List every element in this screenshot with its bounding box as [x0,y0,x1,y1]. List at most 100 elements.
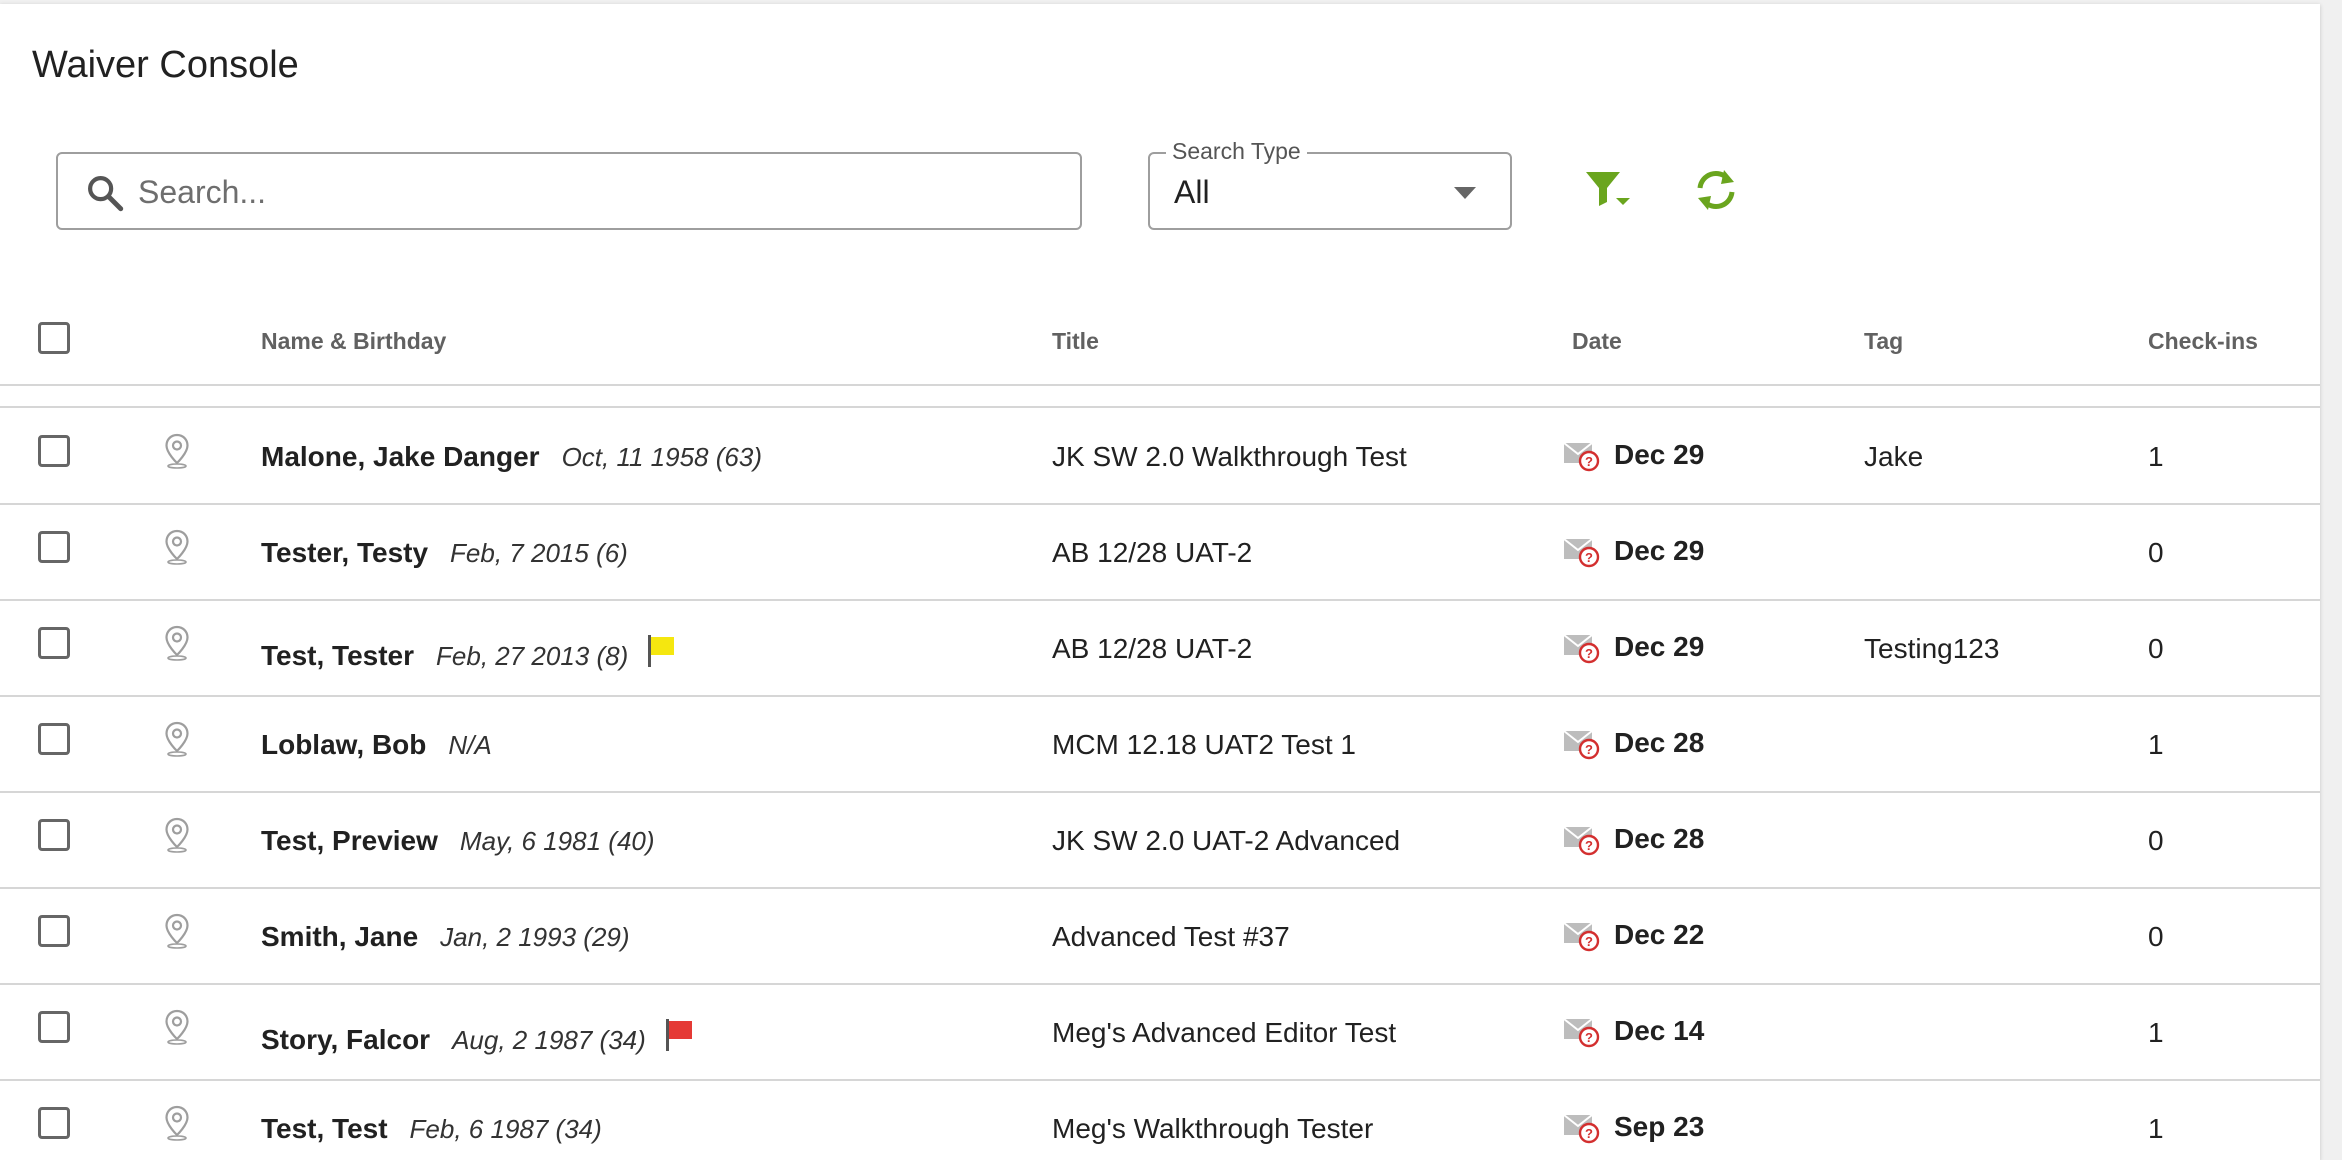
location-pin-icon[interactable] [164,529,190,570]
row-checkbox[interactable] [38,1011,70,1043]
waiver-date: Dec 14 [1614,1015,1705,1046]
select-all-checkbox[interactable] [38,322,70,354]
checkin-count: 0 [2148,825,2164,856]
email-status-icon[interactable]: ? [1563,439,1603,478]
search-icon [84,172,126,219]
participant-name-text: Test, Tester [261,640,415,671]
participant-birthday: Jan, 2 1993 (29) [440,922,630,952]
row-checkbox[interactable] [38,435,70,467]
location-pin-icon[interactable] [164,913,190,954]
participant-name-text: Loblaw, Bob [261,729,427,760]
waiver-title: JK SW 2.0 Walkthrough Test [1052,441,1407,472]
waiver-date: Dec 28 [1614,823,1705,854]
search-field[interactable] [56,152,1082,230]
column-header-name[interactable]: Name & Birthday [261,328,446,355]
participant-birthday: May, 6 1981 (40) [459,826,655,856]
filter-button[interactable] [1580,162,1636,218]
table-header: Name & Birthday Title Date Tag Check-ins [0,304,2320,386]
email-status-icon[interactable]: ? [1563,535,1603,574]
column-header-title[interactable]: Title [1052,328,1099,355]
row-checkbox[interactable] [38,915,70,947]
participant-birthday: Feb, 27 2013 (8) [436,641,629,671]
participant-name[interactable]: Malone, Jake Danger Oct, 11 1958 (63) [261,441,762,473]
location-pin-icon[interactable] [164,1009,190,1050]
row-checkbox[interactable] [38,531,70,563]
participant-birthday: Feb, 6 1987 (34) [409,1114,602,1144]
location-pin-icon[interactable] [164,433,190,474]
participant-name[interactable]: Tester, Testy Feb, 7 2015 (6) [261,537,628,569]
search-type-value: All [1174,174,1210,210]
waiver-tag: Jake [1864,441,1924,472]
email-status-icon[interactable]: ? [1563,1111,1603,1150]
row-checkbox[interactable] [38,819,70,851]
waiver-title: Meg's Walkthrough Tester [1052,1113,1374,1144]
email-status-icon[interactable]: ? [1563,919,1603,958]
participant-name-text: Story, Falcor [261,1024,431,1055]
waiver-title: Meg's Advanced Editor Test [1052,1017,1397,1048]
search-type-select[interactable]: Search Type All [1148,138,1512,230]
waiver-title: AB 12/28 UAT-2 [1052,633,1253,664]
waiver-title: AB 12/28 UAT-2 [1052,537,1253,568]
svg-text:?: ? [1585,1030,1593,1045]
waiver-date: Dec 29 [1614,631,1705,662]
participant-name-text: Malone, Jake Danger [261,441,540,472]
search-input[interactable] [136,166,1040,218]
table-row[interactable]: Loblaw, Bob N/A MCM 12.18 UAT2 Test 1? Dec … [0,695,2320,793]
participant-name[interactable]: Smith, Jane Jan, 2 1993 (29) [261,921,630,953]
checkin-count: 0 [2148,921,2164,952]
waiver-date: Dec 28 [1614,727,1705,758]
location-pin-icon[interactable] [164,721,190,762]
table-row[interactable]: Test, Test Feb, 6 1987 (34) Meg's Walkthro… [0,1079,2320,1160]
svg-text:?: ? [1585,838,1593,853]
table-row[interactable]: Story, Falcor Aug, 2 1987 (34) Meg's Advan… [0,983,2320,1081]
column-header-date[interactable]: Date [1572,328,1622,355]
svg-text:?: ? [1585,454,1593,469]
column-header-checkins[interactable]: Check-ins [2148,328,2258,355]
waiver-title: Advanced Test #37 [1052,921,1290,952]
participant-name-text: Test, Preview [261,825,438,856]
flag-icon[interactable] [646,633,678,676]
participant-name[interactable]: Story, Falcor Aug, 2 1987 (34) [261,1017,696,1060]
participant-name[interactable]: Test, Preview May, 6 1981 (40) [261,825,655,857]
checkin-count: 0 [2148,633,2164,664]
refresh-button[interactable] [1688,162,1744,218]
svg-text:?: ? [1585,550,1593,565]
refresh-icon [1688,170,1744,222]
participant-name[interactable]: Loblaw, Bob N/A [261,729,492,761]
flag-icon[interactable] [664,1017,696,1060]
row-checkbox[interactable] [38,627,70,659]
svg-text:?: ? [1585,742,1593,757]
row-checkbox[interactable] [38,723,70,755]
participant-name-text: Tester, Testy [261,537,429,568]
filter-icon [1580,172,1636,222]
row-checkbox[interactable] [38,1107,70,1139]
participant-name-text: Test, Test [261,1113,388,1144]
participant-birthday: N/A [448,730,492,760]
search-type-label: Search Type [1166,138,1307,165]
svg-text:?: ? [1585,1126,1593,1141]
participant-name[interactable]: Test, Test Feb, 6 1987 (34) [261,1113,602,1145]
svg-text:?: ? [1585,934,1593,949]
location-pin-icon[interactable] [164,1105,190,1146]
waiver-console-panel: Waiver Console Search Type All Name [0,4,2320,1160]
participant-name[interactable]: Test, Tester Feb, 27 2013 (8) [261,633,678,676]
email-status-icon[interactable]: ? [1563,823,1603,862]
table-row[interactable]: Smith, Jane Jan, 2 1993 (29) Advanced Test… [0,887,2320,985]
table-row[interactable]: Test, Preview May, 6 1981 (40) JK SW 2.0 U… [0,791,2320,889]
participant-birthday: Aug, 2 1987 (34) [452,1025,646,1055]
email-status-icon[interactable]: ? [1563,727,1603,766]
caret-down-icon [1454,186,1476,204]
column-header-tag[interactable]: Tag [1864,328,1903,355]
checkin-count: 1 [2148,729,2164,760]
checkin-count: 0 [2148,537,2164,568]
table-row[interactable]: Test, Tester Feb, 27 2013 (8) AB 12/28 UAT… [0,599,2320,697]
checkin-count: 1 [2148,441,2164,472]
page-title: Waiver Console [32,44,299,86]
checkin-count: 1 [2148,1017,2164,1048]
email-status-icon[interactable]: ? [1563,631,1603,670]
table-row[interactable]: Tester, Testy Feb, 7 2015 (6) AB 12/28 UAT… [0,503,2320,601]
email-status-icon[interactable]: ? [1563,1015,1603,1054]
location-pin-icon[interactable] [164,625,190,666]
location-pin-icon[interactable] [164,817,190,858]
table-row[interactable]: Malone, Jake Danger Oct, 11 1958 (63) JK S… [0,407,2320,505]
